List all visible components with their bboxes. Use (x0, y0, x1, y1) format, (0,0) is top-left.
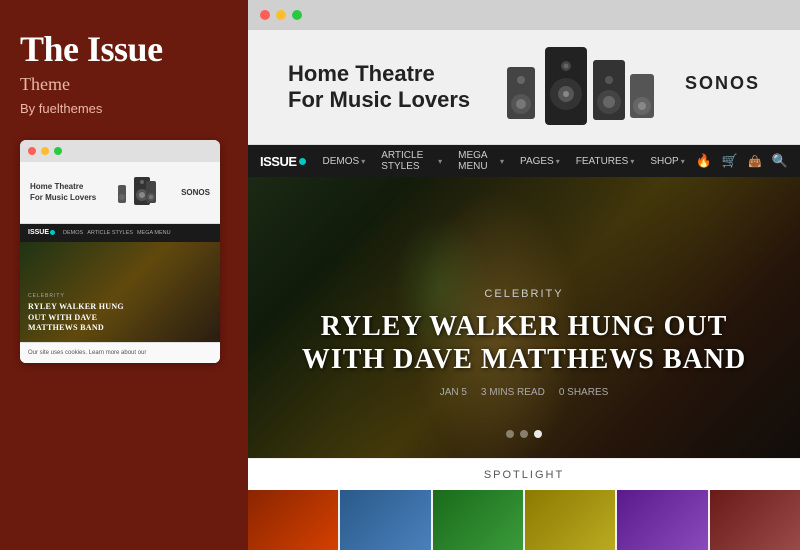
nav-logo: ISSUE (260, 154, 306, 169)
nav-item-features[interactable]: FEATURES ▾ (569, 156, 642, 167)
nav-item-article-styles[interactable]: ARTICLE STYLES ▾ (374, 150, 449, 172)
bag-icon[interactable]: 👜 (748, 155, 762, 168)
mini-browser-bar (20, 140, 220, 162)
ad-banner: Home Theatre For Music Lovers (248, 30, 800, 145)
nav-chevron-shop: ▾ (681, 157, 685, 166)
speaker-illustration (485, 42, 665, 132)
close-dot[interactable] (260, 10, 270, 20)
spotlight-image-5[interactable] (617, 490, 707, 550)
hero-dot-1[interactable] (506, 430, 514, 438)
spotlight-images (248, 490, 800, 550)
mini-ad-brand: SONOS (181, 188, 210, 197)
spotlight-bar: SPOTLIGHT (248, 458, 800, 490)
spotlight-image-4[interactable] (525, 490, 615, 550)
mini-cookie-notice: Our site uses cookies. Learn more about … (20, 342, 220, 363)
nav-chevron-features: ▾ (630, 157, 634, 166)
hero-dot-2[interactable] (520, 430, 528, 438)
nav-chevron-demos: ▾ (361, 157, 365, 166)
browser-chrome (248, 0, 800, 30)
spotlight-label: SPOTLIGHT (484, 469, 564, 481)
nav-logo-dot (299, 158, 306, 165)
main-browser-area: Home Theatre For Music Lovers (248, 0, 800, 550)
ad-text-left: Home Theatre For Music Lovers (288, 61, 470, 114)
hero-read-time: 3 MINS READ (481, 387, 545, 398)
mini-hero-content: CELEBRITY RYLEY WALKER HUNGOUT WITH DAVE… (28, 293, 124, 333)
ad-headline: Home Theatre For Music Lovers (288, 61, 470, 114)
nav-item-shop[interactable]: SHOP ▾ (643, 156, 691, 167)
hero-title: RYLEY WALKER HUNG OUT WITH DAVE MATTHEWS… (248, 310, 800, 377)
ad-brand-name: SONOS (685, 73, 760, 94)
nav-chevron-pages: ▾ (556, 157, 560, 166)
hero-dot-3[interactable] (534, 430, 542, 438)
nav-item-pages[interactable]: PAGES ▾ (513, 156, 567, 167)
spotlight-image-6[interactable] (710, 490, 800, 550)
mini-ad-text: Home TheatreFor Music Lovers (30, 181, 96, 203)
hero-content: CELEBRITY RYLEY WALKER HUNG OUT WITH DAV… (248, 288, 800, 398)
mini-hero-title: RYLEY WALKER HUNGOUT WITH DAVEMATTHEWS B… (28, 302, 124, 333)
mini-hero: CELEBRITY RYLEY WALKER HUNGOUT WITH DAVE… (20, 242, 220, 342)
mini-expand-dot (54, 147, 62, 155)
mini-ad-banner: Home TheatreFor Music Lovers SONOS (20, 162, 220, 224)
nav-chevron-mega: ▾ (500, 157, 504, 166)
cart-icon[interactable]: 🛒 (722, 153, 738, 169)
search-icon[interactable]: 🔍 (772, 153, 788, 169)
ad-brand-right: SONOS (685, 73, 760, 102)
mini-navbar: ISSUE DEMOS ARTICLE STYLES MEGA MENU (20, 224, 220, 242)
mini-speaker-image (114, 171, 164, 213)
mini-nav-mega: MEGA MENU (137, 230, 171, 236)
nav-item-demos[interactable]: DEMOS ▾ (316, 156, 373, 167)
spotlight-image-1[interactable] (248, 490, 338, 550)
mini-browser-preview: Home TheatreFor Music Lovers SONOS ISS (20, 140, 220, 363)
hero-carousel-dots (506, 430, 542, 438)
hero-shares: 0 SHARES (559, 387, 608, 398)
mini-minimize-dot (41, 147, 49, 155)
nav-item-mega-menu[interactable]: MEGA MENU ▾ (451, 150, 511, 172)
site-navbar: ISSUE DEMOS ▾ ARTICLE STYLES ▾ MEGA MENU… (248, 145, 800, 177)
mini-nav-articles: ARTICLE STYLES (87, 230, 133, 236)
nav-chevron-articles: ▾ (438, 157, 442, 166)
mini-nav-logo: ISSUE (28, 229, 55, 236)
theme-author: By fuelthemes (20, 101, 228, 116)
expand-dot[interactable] (292, 10, 302, 20)
fire-icon[interactable]: 🔥 (696, 153, 712, 169)
nav-icons: 🔥 🛒 👜 🔍 (696, 153, 788, 169)
mini-nav-demos: DEMOS (63, 230, 83, 236)
spotlight-image-2[interactable] (340, 490, 430, 550)
mini-hero-category: CELEBRITY (28, 293, 124, 299)
minimize-dot[interactable] (276, 10, 286, 20)
theme-subtitle: Theme (20, 74, 228, 95)
hero-section: CELEBRITY RYLEY WALKER HUNG OUT WITH DAV… (248, 177, 800, 458)
hero-date: JAN 5 (440, 387, 467, 398)
hero-category: CELEBRITY (248, 288, 800, 300)
hero-meta: JAN 5 3 MINS READ 0 SHARES (248, 387, 800, 398)
mini-close-dot (28, 147, 36, 155)
sidebar: The Issue Theme By fuelthemes Home Theat… (0, 0, 248, 550)
spotlight-image-3[interactable] (433, 490, 523, 550)
theme-title: The Issue (20, 30, 228, 70)
